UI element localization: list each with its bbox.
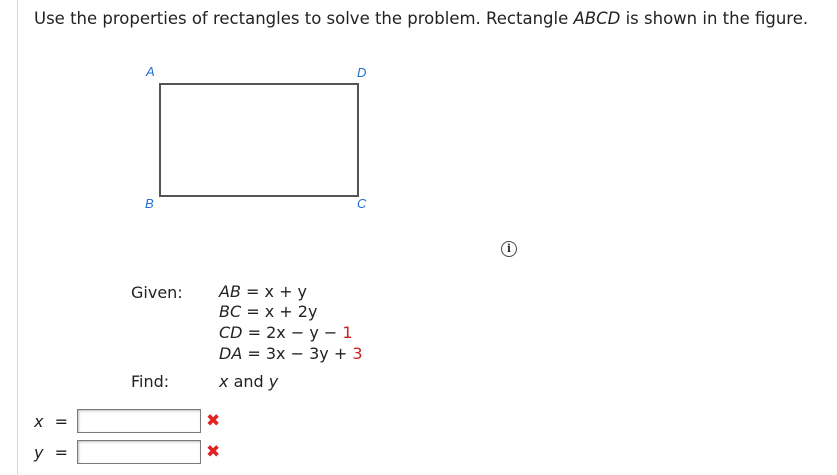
answer-y-label: y = xyxy=(34,443,68,462)
given-da: DA = 3x − 3y + 3 xyxy=(219,344,363,363)
segment-ab-name: AB xyxy=(219,282,241,301)
segment-da-constant: 3 xyxy=(352,344,363,363)
answer-x-label: x = xyxy=(34,412,68,431)
answer-x-incorrect-icon: ✖ xyxy=(206,411,221,431)
problem-prompt: Use the properties of rectangles to solv… xyxy=(34,9,808,28)
given-cd: CD = 2x − y − 1 xyxy=(219,323,353,342)
vertex-label-d: D xyxy=(357,65,367,80)
answer-y-var: y xyxy=(34,443,44,462)
rectangle-shape xyxy=(159,83,359,197)
answer-y-input[interactable] xyxy=(77,440,201,464)
vertex-label-b: B xyxy=(145,196,154,211)
left-divider xyxy=(17,0,18,475)
find-targets: x and y xyxy=(219,372,278,391)
prompt-text-start: Use the properties of rectangles to solv… xyxy=(34,9,574,28)
given-label: Given: xyxy=(131,283,183,302)
answer-y-equals: = xyxy=(54,443,68,462)
find-label: Find: xyxy=(131,372,170,391)
answer-x-var: x xyxy=(34,412,44,431)
prompt-text-end: is shown in the figure. xyxy=(620,9,809,28)
segment-cd-expr: = 2x − y − xyxy=(247,323,338,342)
segment-ab-expr: = x + y xyxy=(246,282,308,301)
rectangle-figure: A D B C xyxy=(140,62,380,212)
info-icon[interactable]: i xyxy=(501,241,517,257)
find-conjunction: and xyxy=(233,372,264,391)
segment-cd-name: CD xyxy=(219,323,243,342)
segment-da-name: DA xyxy=(219,344,243,363)
answer-x-equals: = xyxy=(54,412,68,431)
segment-da-expr: = 3x − 3y + xyxy=(247,344,348,363)
segment-cd-constant: 1 xyxy=(342,323,353,342)
given-bc: BC = x + 2y xyxy=(219,302,317,321)
segment-bc-name: BC xyxy=(219,302,242,321)
given-ab: AB = x + y xyxy=(219,282,307,301)
answer-x-input[interactable] xyxy=(77,409,201,433)
segment-bc-expr: = x + 2y xyxy=(246,302,318,321)
find-var-x: x xyxy=(219,372,229,391)
vertex-label-a: A xyxy=(146,64,155,79)
answer-y-incorrect-icon: ✖ xyxy=(206,442,221,462)
find-var-y: y xyxy=(268,372,279,391)
vertex-label-c: C xyxy=(357,196,367,211)
rectangle-name: ABCD xyxy=(573,9,621,28)
